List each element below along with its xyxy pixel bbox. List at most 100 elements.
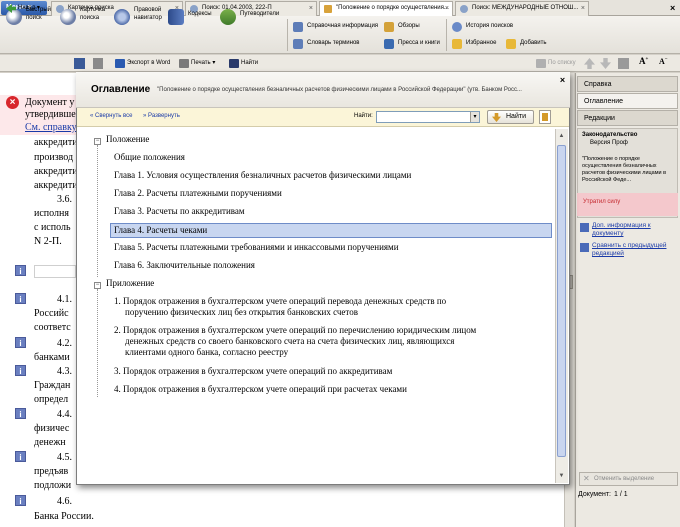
collapse-toggle[interactable]: − bbox=[94, 138, 101, 145]
toc-section[interactable]: Приложение bbox=[106, 278, 154, 289]
document-text: банками bbox=[34, 352, 70, 363]
toc-item[interactable]: 4. Порядок отражения в бухгалтерском уче… bbox=[114, 384, 407, 395]
toc-item[interactable]: Глава 1. Условия осуществления безналичн… bbox=[114, 170, 411, 181]
document-text: с исполь bbox=[34, 222, 71, 233]
chevron-down-icon[interactable]: ▾ bbox=[470, 112, 479, 122]
close-all-icon[interactable]: × bbox=[670, 3, 675, 13]
button-label: Карточка поиска bbox=[80, 7, 106, 21]
document-title: "Положение о порядке осуществления безна… bbox=[582, 156, 667, 183]
toc-section[interactable]: Положение bbox=[106, 134, 149, 145]
reference-info-button[interactable]: Справочная информация bbox=[293, 21, 378, 33]
print-button[interactable]: Печать ▾ bbox=[178, 57, 215, 70]
export-word-button[interactable]: Экспорт в Word bbox=[114, 57, 170, 70]
dialog-subtitle: "Положение о порядке осуществления безна… bbox=[157, 87, 522, 93]
info-icon[interactable]: i bbox=[15, 408, 26, 419]
document-counter-label: Документ: bbox=[578, 491, 611, 498]
button-label: Отменить выделение bbox=[594, 476, 655, 482]
button-label: Словарь терминов bbox=[307, 40, 360, 46]
tab-editions[interactable]: Редакции bbox=[577, 110, 678, 126]
info-icon[interactable]: i bbox=[15, 265, 26, 276]
close-icon[interactable]: × bbox=[309, 2, 313, 15]
collapse-all-button[interactable]: « Свернуть все bbox=[90, 113, 132, 119]
doc-info-link[interactable]: Доп. информация к документу bbox=[592, 222, 678, 238]
button-label: Пресса и книги bbox=[398, 40, 440, 46]
toc-item[interactable]: Глава 6. Заключительные положения bbox=[114, 260, 255, 271]
toc-item[interactable]: 1. Порядок отражения в бухгалтерском уче… bbox=[114, 296, 446, 307]
toc-item[interactable]: 3. Порядок отражения в бухгалтерском уче… bbox=[114, 366, 392, 377]
by-list-button[interactable]: По списку bbox=[535, 57, 576, 70]
info-icon[interactable]: i bbox=[15, 365, 26, 376]
toc-item[interactable]: 2. Порядок отражения в бухгалтерском уче… bbox=[114, 325, 476, 336]
scrollbar-thumb[interactable] bbox=[557, 145, 566, 457]
dictionary-icon bbox=[293, 39, 303, 49]
document-text: 4.5. bbox=[57, 452, 72, 463]
tab-help[interactable]: Справка bbox=[577, 76, 678, 92]
toc-item[interactable]: Глава 3. Расчеты по аккредитивам bbox=[114, 206, 245, 217]
close-icon[interactable]: × bbox=[445, 2, 449, 15]
toc-item[interactable]: Глава 5. Расчеты платежными требованиями… bbox=[114, 242, 399, 253]
info-icon[interactable]: i bbox=[15, 451, 26, 462]
dictionary-button[interactable]: Словарь терминов bbox=[293, 38, 360, 50]
toc-item-line[interactable]: денежных средств со своего банковского с… bbox=[125, 336, 454, 347]
toolbar-divider bbox=[287, 19, 288, 51]
reviews-button[interactable]: Обзоры bbox=[384, 21, 420, 33]
info-icon[interactable]: i bbox=[15, 495, 26, 506]
toc-item-line[interactable]: клиентами одного банка, согласно реестру bbox=[125, 347, 288, 358]
reference-icon bbox=[293, 22, 303, 32]
arrow-down-icon bbox=[492, 113, 501, 122]
find-toolbar-button[interactable]: Найти bbox=[228, 57, 258, 70]
scroll-up-icon[interactable]: ▲ bbox=[557, 132, 566, 141]
toolbar-divider bbox=[446, 19, 447, 51]
save-icon[interactable] bbox=[74, 58, 85, 69]
toc-item-selected[interactable]: Глава 4. Расчеты чеками bbox=[114, 225, 207, 236]
document-text: 4.6. bbox=[57, 496, 72, 507]
collapse-toggle[interactable]: − bbox=[94, 282, 101, 289]
document-text: N 2-П. bbox=[34, 236, 62, 247]
toc-item[interactable]: Общие положения bbox=[114, 152, 185, 163]
close-icon[interactable]: × bbox=[558, 76, 567, 85]
find-label: Найти: bbox=[354, 113, 373, 119]
button-label: Кодексы bbox=[188, 11, 212, 17]
search-history-button[interactable]: История поисков bbox=[452, 21, 513, 33]
tab-label: Поиск: МЕЖДУНАРОДНЫЕ ОТНОШ... bbox=[472, 5, 579, 11]
guides-button[interactable]: Путеводители bbox=[220, 9, 282, 36]
toc-item-line[interactable]: поручению физических лиц без открытия ба… bbox=[125, 307, 358, 318]
warning-link[interactable]: См. справку bbox=[25, 122, 77, 133]
compare-link[interactable]: Сравнить с предыдущей редакцией bbox=[592, 242, 678, 258]
font-increase-icon[interactable]: A+ bbox=[639, 56, 648, 66]
tab-search-intl[interactable]: Поиск: МЕЖДУНАРОДНЫЕ ОТНОШ... × bbox=[455, 1, 589, 16]
tab-document[interactable]: "Положение о порядке осуществления... × bbox=[319, 1, 453, 16]
press-books-button[interactable]: Пресса и книги bbox=[384, 38, 440, 50]
codes-button[interactable]: Кодексы bbox=[168, 9, 218, 36]
expand-all-button[interactable]: » Развернуть bbox=[143, 113, 180, 119]
scroll-down-icon[interactable]: ▼ bbox=[557, 472, 566, 481]
button-label: Развернуть bbox=[148, 113, 180, 119]
toc-item[interactable]: Глава 2. Расчеты платежными поручениями bbox=[114, 188, 282, 199]
tree-line bbox=[97, 145, 98, 277]
back-button[interactable]: Назад ▾ bbox=[5, 2, 40, 15]
info-icon[interactable]: i bbox=[15, 337, 26, 348]
document-text: 3.6. bbox=[57, 194, 72, 205]
document-text: предъяв bbox=[34, 466, 69, 477]
cancel-selection-button[interactable]: ✕ Отменить выделение bbox=[579, 472, 678, 486]
legal-navigator-button[interactable]: Правовой навигатор bbox=[114, 6, 174, 32]
search-card-button[interactable]: Карточка поиска bbox=[60, 6, 112, 32]
toc-find-button[interactable]: Найти bbox=[487, 110, 534, 124]
close-icon[interactable]: × bbox=[581, 2, 585, 15]
collapse-icon: « bbox=[90, 113, 94, 119]
button-label: Назад bbox=[18, 5, 36, 11]
add-button[interactable]: Добавить bbox=[506, 38, 547, 50]
toc-search-input[interactable] bbox=[376, 111, 480, 123]
favorites-button[interactable]: Избранное bbox=[452, 38, 496, 50]
font-settings-icon[interactable] bbox=[618, 58, 629, 69]
copy-icon[interactable] bbox=[93, 58, 103, 69]
pin-button[interactable] bbox=[539, 110, 551, 124]
font-decrease-icon[interactable]: A− bbox=[659, 57, 668, 66]
cancel-icon: ✕ bbox=[583, 474, 590, 483]
info-icon[interactable]: i bbox=[15, 293, 26, 304]
version-label: Версия Проф bbox=[590, 140, 628, 146]
document-icon bbox=[324, 5, 332, 13]
button-label: Избранное bbox=[466, 40, 497, 46]
document-text: Российс bbox=[34, 308, 69, 319]
tab-toc[interactable]: Оглавление bbox=[577, 93, 678, 109]
